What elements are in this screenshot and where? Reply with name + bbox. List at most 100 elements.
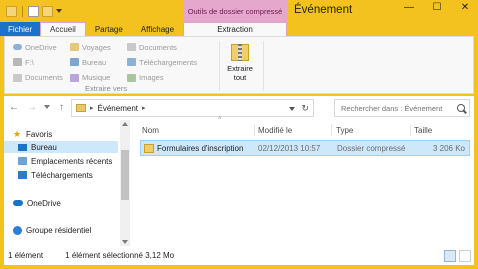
nav-homegroup[interactable]: Groupe résidentiel [4, 224, 118, 236]
address-bar[interactable]: ▸ Événement ▸ ↻ [71, 99, 314, 117]
documents-icon [13, 73, 22, 82]
details-view-icon[interactable] [444, 250, 456, 262]
column-header-type[interactable]: Type [336, 122, 353, 138]
customize-toolbar-icon[interactable] [56, 9, 62, 13]
new-folder-icon[interactable] [42, 5, 53, 17]
tab-view[interactable]: Affichage [132, 22, 183, 36]
scroll-up-icon[interactable] [122, 122, 128, 126]
nav-label: Groupe résidentiel [26, 225, 92, 235]
extract-to-label: Musique [82, 73, 111, 83]
explorer-window: Outils de dossier compressé Événement — … [0, 0, 478, 269]
star-icon: ★ [13, 128, 22, 139]
extract-to-voyages[interactable]: Voyages [70, 41, 127, 53]
onedrive-icon [13, 200, 23, 206]
extract-to-label: Téléchargements [139, 57, 197, 67]
recent-places-icon [18, 157, 27, 165]
documents-icon [127, 43, 136, 51]
maximize-button[interactable]: ☐ [430, 2, 444, 13]
chevron-right-icon[interactable]: ▸ [142, 104, 146, 112]
folder-icon [76, 104, 86, 112]
desktop-icon [70, 58, 79, 67]
refresh-icon[interactable]: ↻ [301, 103, 309, 114]
window-controls: — ☐ ✕ [402, 2, 472, 13]
extract-to-label: Images [139, 73, 164, 83]
nav-item-downloads[interactable]: Téléchargements [4, 169, 118, 181]
extract-to-label: Documents [139, 42, 177, 52]
search-icon[interactable] [457, 104, 465, 112]
search-box[interactable] [334, 99, 470, 117]
file-type: Dossier compressé [337, 144, 406, 153]
homegroup-icon [13, 225, 22, 235]
extract-to-images[interactable]: Images [127, 72, 213, 84]
item-count: 1 élément [8, 251, 44, 260]
tab-share[interactable]: Partage [86, 22, 132, 36]
quick-access-toolbar [6, 5, 62, 17]
extract-to-drive-f[interactable]: F:\ [13, 56, 70, 68]
nav-label: Téléchargements [31, 170, 93, 180]
nav-scrollbar[interactable] [120, 120, 130, 246]
context-tab-group: Outils de dossier compressé [183, 0, 287, 22]
history-dropdown-icon[interactable] [44, 105, 50, 109]
nav-onedrive[interactable]: OneDrive [4, 197, 118, 209]
tab-file[interactable]: Fichier [0, 22, 41, 36]
nav-label: Favoris [26, 129, 53, 139]
tab-extract[interactable]: Extraction [183, 22, 287, 36]
music-icon [70, 73, 79, 82]
scrollbar-thumb[interactable] [121, 150, 129, 200]
extract-to-documents[interactable]: Documents [127, 41, 213, 53]
desktop-icon [18, 143, 27, 151]
drive-icon [13, 58, 22, 67]
status-bar: 1 élément 1 élément sélectionné 3,12 Mo [4, 246, 474, 265]
nav-item-bureau[interactable]: Bureau [4, 141, 118, 153]
sort-indicator-icon: ˄ [218, 116, 222, 122]
group-divider [263, 41, 264, 91]
nav-favorites[interactable]: ★ Favoris [4, 128, 118, 140]
nav-label: Emplacements récents [31, 156, 113, 166]
extract-to-documents-2[interactable]: Documents [13, 72, 70, 84]
table-row[interactable]: Formulaires d'inscription 02/12/2013 10:… [140, 140, 470, 156]
group-label: Extraire vers [85, 84, 128, 93]
large-icons-view-icon[interactable] [459, 250, 471, 262]
selection-info: 1 élément sélectionné 3,12 Mo [65, 251, 175, 260]
navigation-pane: ★ Favoris Bureau Emplacements récents Tél… [4, 120, 130, 246]
search-input[interactable] [341, 103, 459, 113]
breadcrumb-current[interactable]: Événement [98, 104, 138, 113]
extract-to-musique[interactable]: Musique [70, 72, 127, 84]
pictures-icon [127, 73, 136, 82]
zip-folder-icon [231, 40, 249, 62]
column-divider[interactable] [331, 124, 332, 136]
extract-to-onedrive[interactable]: OneDrive [13, 41, 70, 53]
file-size: 3 206 Ko [432, 144, 465, 153]
toolbar-divider [22, 5, 23, 17]
extract-all-button[interactable]: Extraire tout [223, 40, 257, 90]
column-header-size[interactable]: Taille [414, 122, 432, 138]
zip-folder-icon [144, 144, 154, 153]
minimize-button[interactable]: — [402, 2, 416, 13]
forward-arrow-icon[interactable]: → [27, 102, 37, 113]
ribbon-panel: OneDrive Voyages Documents F:\ Bureau Té… [4, 36, 474, 94]
extract-to-label: Documents [25, 73, 63, 83]
nav-label: OneDrive [27, 198, 61, 208]
onedrive-icon [13, 44, 22, 50]
back-arrow-icon[interactable]: ← [9, 102, 19, 113]
downloads-icon [18, 171, 27, 179]
nav-item-recent[interactable]: Emplacements récents [4, 155, 118, 167]
column-divider[interactable] [410, 124, 411, 136]
nav-label: Bureau [31, 142, 57, 152]
close-button[interactable]: ✕ [458, 2, 472, 13]
column-divider[interactable] [254, 124, 255, 136]
scroll-down-icon[interactable] [122, 240, 128, 244]
extract-to-bureau[interactable]: Bureau [70, 56, 127, 68]
chevron-right-icon[interactable]: ▸ [90, 104, 94, 112]
address-dropdown-icon[interactable] [289, 107, 295, 111]
extract-to-telechargements[interactable]: Téléchargements [127, 56, 213, 68]
tab-home[interactable]: Accueil [40, 22, 86, 36]
column-header-name[interactable]: Nom [142, 122, 159, 138]
address-row: ← → ↑ ▸ Événement ▸ ↻ [4, 96, 474, 120]
extract-to-group: OneDrive Voyages Documents F:\ Bureau Té… [13, 41, 213, 85]
properties-icon[interactable] [28, 5, 39, 17]
group-divider [219, 41, 220, 91]
up-arrow-icon[interactable]: ↑ [59, 102, 64, 113]
column-header-modified[interactable]: Modifié le [258, 122, 292, 138]
file-modified: 02/12/2013 10:57 [258, 144, 321, 153]
